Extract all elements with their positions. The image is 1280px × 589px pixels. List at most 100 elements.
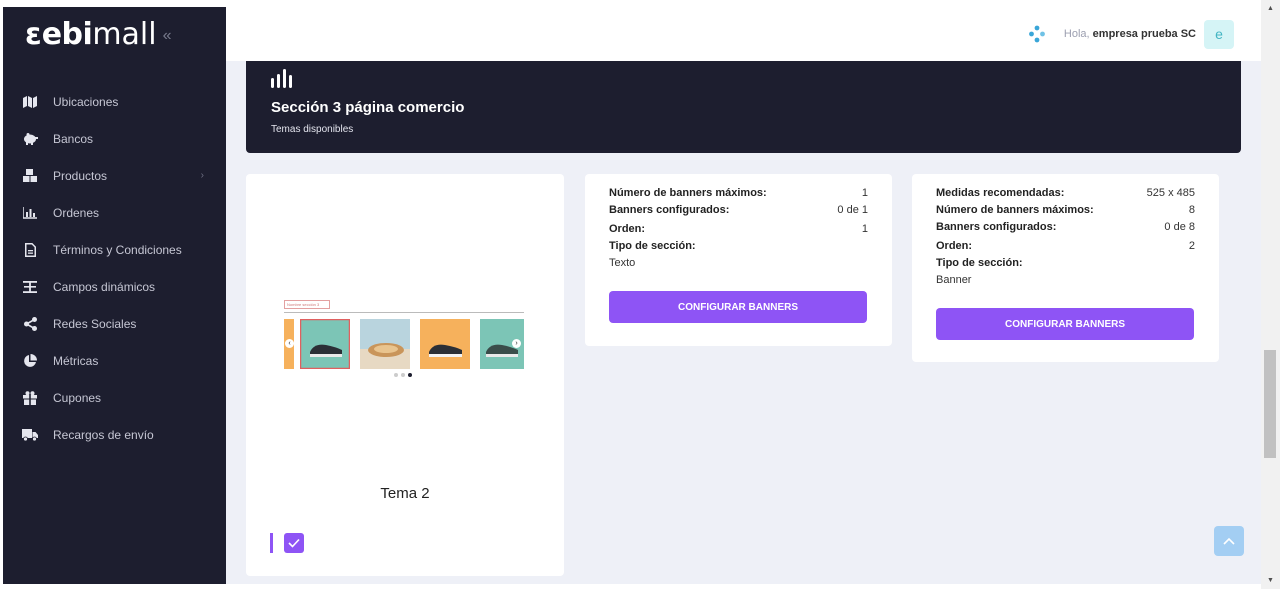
- sidebar-item-label: Métricas: [53, 353, 99, 368]
- info-label: Orden:: [936, 240, 973, 252]
- info-row-max-banners: Número de banners máximos: 1: [609, 185, 868, 202]
- user-name: empresa prueba SC: [1092, 28, 1196, 40]
- info-value: 1: [861, 187, 868, 199]
- scroll-up-icon[interactable]: ▲: [1261, 0, 1280, 17]
- info-label: Número de banners máximos:: [936, 204, 1094, 216]
- bar-chart-icon: [22, 205, 38, 221]
- sidebar-item-label: Términos y Condiciones: [53, 242, 182, 257]
- info-label: Banners configurados:: [609, 204, 730, 216]
- info-row-recommended-size: Medidas recomendadas: 525 x 485: [936, 185, 1195, 202]
- scroll-down-icon[interactable]: ▼: [1261, 572, 1280, 589]
- pie-chart-icon: [22, 353, 38, 369]
- document-icon: [22, 242, 38, 258]
- configure-banners-button[interactable]: CONFIGURAR BANNERS: [609, 291, 867, 323]
- check-icon: [288, 538, 300, 548]
- info-row-max-banners: Número de banners máximos: 8: [936, 202, 1195, 219]
- preview-tile: [300, 319, 350, 369]
- sidebar-item-campos-dinamicos[interactable]: Campos dinámicos: [3, 268, 226, 305]
- info-row-configured-banners: Banners configurados: 0 de 1: [609, 202, 868, 219]
- truck-icon: [22, 427, 38, 443]
- sidebar-item-label: Bancos: [53, 131, 94, 146]
- info-value: 2: [1188, 240, 1195, 252]
- theme-select-checkbox[interactable]: [284, 533, 304, 553]
- sidebar-item-label: Ordenes: [53, 205, 100, 220]
- page-title: Sección 3 página comercio: [271, 99, 465, 116]
- info-value: 525 x 485: [1146, 187, 1195, 199]
- section-type-value: Texto: [609, 257, 636, 269]
- sidebar-item-redes-sociales[interactable]: Redes Sociales: [3, 305, 226, 342]
- info-row-order: Orden: 1: [609, 221, 868, 238]
- preview-divider: [284, 312, 524, 313]
- logo-text-light: mall: [92, 16, 157, 52]
- section-header: Sección 3 página comercio Temas disponib…: [246, 61, 1241, 153]
- info-row-type: Tipo de sección:: [936, 255, 1195, 272]
- sidebar-item-ordenes[interactable]: Ordenes: [3, 194, 226, 231]
- section-type-value: Banner: [936, 274, 972, 286]
- info-label: Tipo de sección:: [609, 240, 696, 252]
- sidebar-item-label: Recargos de envío: [53, 427, 154, 442]
- share-icon: [22, 316, 38, 332]
- avatar[interactable]: e: [1204, 19, 1234, 49]
- chevron-right-icon: ›: [200, 170, 204, 181]
- sidebar-item-metricas[interactable]: Métricas: [3, 342, 226, 379]
- top-bar: Hola, empresa prueba SC e: [226, 7, 1261, 61]
- theme-card[interactable]: Nombre sección 3 ‹ › Tema 2: [246, 174, 564, 576]
- theme-actions: [270, 533, 304, 553]
- company-logo-icon: [1028, 25, 1046, 43]
- sidebar-item-cupones[interactable]: Cupones: [3, 379, 226, 416]
- boxes-icon: [22, 168, 38, 184]
- sidebar-item-label: Redes Sociales: [53, 316, 137, 331]
- sidebar-item-bancos[interactable]: Bancos: [3, 120, 226, 157]
- preview-tile: [360, 319, 410, 369]
- info-row-type: Tipo de sección:: [609, 238, 868, 255]
- chevron-up-icon: [1223, 537, 1235, 545]
- sidebar-item-terminos[interactable]: Términos y Condiciones: [3, 231, 226, 268]
- sidebar-item-recargos-envio[interactable]: Recargos de envío: [3, 416, 226, 453]
- configure-banners-button[interactable]: CONFIGURAR BANNERS: [936, 308, 1194, 340]
- piggy-bank-icon: [22, 131, 38, 147]
- preview-tile: [420, 319, 470, 369]
- user-greeting: Hola, empresa prueba SC: [1064, 28, 1196, 40]
- logo-text-bold: ebi: [41, 16, 93, 52]
- page-subtitle: Temas disponibles: [271, 124, 354, 135]
- sidebar-item-label: Cupones: [53, 390, 102, 405]
- text-height-icon: [22, 279, 38, 295]
- info-label: Medidas recomendadas:: [936, 187, 1065, 199]
- logo[interactable]: ɛ ebi mall «: [3, 7, 226, 61]
- info-value: 0 de 1: [837, 204, 868, 216]
- sidebar-item-productos[interactable]: Productos ›: [3, 157, 226, 194]
- preview-label: Nombre sección 3: [284, 300, 330, 309]
- sidebar-item-label: Ubicaciones: [53, 94, 119, 109]
- info-value: 0 de 8: [1164, 221, 1195, 233]
- main-content: Sección 3 página comercio Temas disponib…: [226, 61, 1261, 584]
- info-label: Tipo de sección:: [936, 257, 1023, 269]
- scroll-to-top-button[interactable]: [1214, 526, 1244, 556]
- gift-icon: [22, 390, 38, 406]
- preview-next-icon: ›: [512, 339, 521, 348]
- page-scrollbar[interactable]: ▲ ▼: [1261, 0, 1280, 589]
- preview-dots: [394, 373, 412, 377]
- theme-indicator: [270, 533, 273, 553]
- section-info-card-banner: Medidas recomendadas: 525 x 485 Número d…: [912, 174, 1219, 362]
- greeting-text: Hola,: [1063, 28, 1090, 40]
- info-label: Número de banners máximos:: [609, 187, 767, 199]
- sidebar-item-label: Campos dinámicos: [53, 279, 156, 294]
- info-label: Banners configurados:: [936, 221, 1057, 233]
- logo-mark: ɛ: [25, 16, 42, 52]
- sidebar-menu: Ubicaciones Bancos Productos › Ordenes T…: [3, 83, 226, 453]
- sidebar: ɛ ebi mall « Ubicaciones Bancos Producto…: [3, 7, 226, 584]
- map-icon: [22, 94, 38, 110]
- info-row-configured-banners: Banners configurados: 0 de 8: [936, 219, 1195, 236]
- preview-prev-icon: ‹: [285, 339, 294, 348]
- sidebar-item-label: Productos: [53, 168, 108, 183]
- theme-preview-image: Nombre sección 3 ‹ ›: [284, 300, 524, 380]
- info-value: 8: [1188, 204, 1195, 216]
- scrollbar-thumb[interactable]: [1264, 350, 1276, 458]
- info-row-order: Orden: 2: [936, 238, 1195, 255]
- bar-chart-icon: [271, 69, 297, 93]
- collapse-sidebar-icon[interactable]: «: [163, 27, 172, 45]
- info-label: Orden:: [609, 223, 646, 235]
- info-value: 1: [861, 223, 868, 235]
- sidebar-item-ubicaciones[interactable]: Ubicaciones: [3, 83, 226, 120]
- section-info-card-text: Número de banners máximos: 1 Banners con…: [585, 174, 892, 346]
